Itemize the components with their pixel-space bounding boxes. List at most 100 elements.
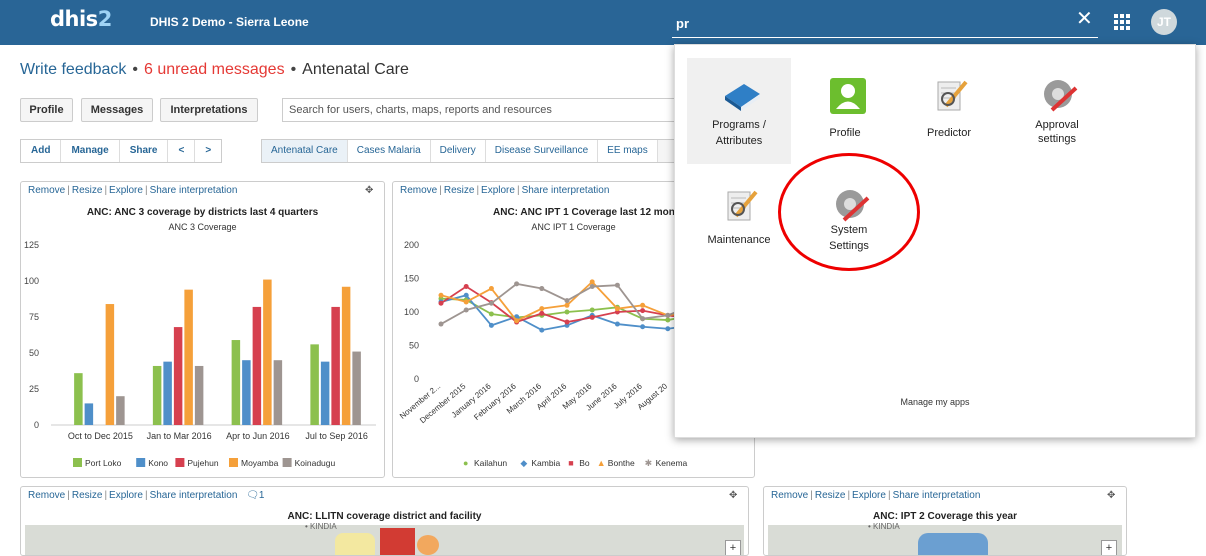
explore-link[interactable]: Explore (852, 490, 886, 501)
dhis2-logo[interactable]: dhis2 (50, 7, 112, 31)
resize-link[interactable]: Resize (72, 490, 103, 501)
resize-link[interactable]: Resize (815, 490, 846, 501)
data-point (514, 281, 520, 287)
app-label: Approval (1035, 119, 1079, 131)
app-item-predictor[interactable]: Predictor (897, 58, 1001, 164)
resize-link[interactable]: Resize (444, 185, 475, 196)
explore-link[interactable]: Explore (109, 490, 143, 501)
bar (84, 403, 94, 425)
unread-messages-link[interactable]: 6 unread messages (144, 61, 285, 78)
map-region (335, 533, 375, 555)
resize-link[interactable]: Resize (72, 185, 103, 196)
data-point (564, 298, 570, 304)
tab-ee-maps[interactable]: EE maps (598, 140, 658, 162)
data-point (539, 327, 545, 333)
app-label: Predictor (926, 127, 972, 139)
remove-link[interactable]: Remove (28, 185, 65, 196)
bar (310, 344, 319, 425)
profile-button[interactable]: Profile (20, 98, 73, 122)
move-handle-icon[interactable]: ✥ (1107, 490, 1115, 501)
add-button[interactable]: Add (21, 140, 62, 162)
user-avatar[interactable]: JT (1151, 9, 1177, 35)
legend-marker-icon: ✱ (645, 458, 653, 468)
data-point (614, 321, 620, 327)
move-handle-icon[interactable]: ✥ (365, 185, 373, 196)
share-interpretation-link[interactable]: Share interpretation (522, 185, 610, 196)
app-label: settings (1038, 133, 1076, 145)
remove-link[interactable]: Remove (28, 490, 65, 501)
map-zoom-in-button[interactable]: + (725, 540, 741, 555)
app-search-input[interactable] (672, 10, 1052, 36)
tab-antenatal-care[interactable]: Antenatal Care (262, 140, 348, 162)
chart-title: ANC: ANC 3 coverage by districts last 4 … (86, 207, 319, 218)
manage-my-apps-link[interactable]: Manage my apps (675, 397, 1195, 407)
y-tick-label: 50 (409, 341, 419, 351)
prev-button[interactable]: < (168, 140, 196, 162)
share-interpretation-link[interactable]: Share interpretation (150, 185, 238, 196)
messages-button[interactable]: Messages (81, 98, 153, 122)
tab-cases-malaria[interactable]: Cases Malaria (347, 140, 431, 162)
explore-link[interactable]: Explore (109, 185, 143, 196)
chart-subtitle: ANC 3 Coverage (168, 222, 237, 232)
apps-grid-icon[interactable] (1114, 14, 1130, 30)
comment-icon[interactable]: 🗨 (246, 490, 259, 501)
chart-panel-anc3: Remove | Resize | Explore | Share interpretati… (20, 181, 385, 478)
legend-swatch (229, 458, 238, 467)
separator: | (104, 185, 108, 196)
legend-swatch (73, 458, 82, 467)
remove-link[interactable]: Remove (771, 490, 808, 501)
data-point (614, 306, 620, 312)
explore-link[interactable]: Explore (481, 185, 515, 196)
pencil-document-icon (727, 190, 758, 221)
bar (263, 279, 272, 425)
feedback-row: Write feedback • 6 unread messages • Antenat… (20, 61, 409, 79)
resource-search-input[interactable]: Search for users, charts, maps, reports … (282, 98, 682, 122)
separator: | (67, 185, 70, 196)
legend-marker-icon: ▲ (597, 458, 606, 468)
data-point (463, 284, 469, 290)
legend-label: Bo (579, 458, 590, 468)
map-canvas[interactable]: • KINDIA + (25, 522, 744, 555)
bar-chart: 0 25 50 75 100 125 Oct to Dec 2015 Jan to Mar 2… (24, 240, 376, 468)
x-tick-label: Oct to Dec 2015 (68, 431, 133, 441)
map-canvas[interactable]: • KINDIA + (768, 522, 1122, 555)
data-point (438, 321, 444, 327)
clear-search-icon[interactable]: ✕ (1076, 9, 1093, 29)
data-point (640, 302, 646, 308)
data-point (640, 316, 646, 322)
app-item-maintenance[interactable]: Maintenance (687, 168, 791, 274)
logo-text: dhis (50, 7, 98, 31)
app-item-approval-settings[interactable]: Approval settings (1005, 58, 1109, 164)
legend-marker-icon: ■ (568, 458, 573, 468)
tab-disease-surveillance[interactable]: Disease Surveillance (485, 140, 599, 162)
separator: | (67, 490, 70, 501)
app-label: Maintenance (707, 234, 771, 246)
write-feedback-link[interactable]: Write feedback (20, 61, 126, 78)
legend-label: Pujehun (187, 458, 218, 468)
remove-link[interactable]: Remove (400, 185, 437, 196)
move-handle-icon[interactable]: ✥ (729, 490, 737, 501)
user-profile-icon (830, 78, 866, 114)
separator-dot: • (132, 61, 139, 78)
y-tick-label: 125 (24, 240, 39, 250)
bar (116, 396, 125, 425)
x-tick-label: Jul to Sep 2016 (305, 431, 368, 441)
manage-button[interactable]: Manage (61, 140, 120, 162)
legend-label: Kono (148, 458, 168, 468)
share-button[interactable]: Share (120, 140, 169, 162)
share-interpretation-link[interactable]: Share interpretation (150, 490, 238, 501)
share-interpretation-link[interactable]: Share interpretation (893, 490, 981, 501)
interpretations-button[interactable]: Interpretations (160, 98, 258, 122)
data-point (614, 282, 620, 288)
data-point (539, 286, 545, 292)
map-title: ANC: LLITN coverage district and facilit… (287, 511, 482, 522)
highlight-circle-annotation (778, 153, 920, 271)
map-zoom-in-button[interactable]: + (1101, 540, 1117, 555)
legend-label: Kailahun (474, 458, 507, 468)
app-item-profile[interactable]: Profile (793, 58, 897, 164)
app-item-programs-attributes[interactable]: Programs / Attributes (687, 58, 791, 164)
next-button[interactable]: > (195, 140, 221, 162)
map-facility-marker (417, 535, 439, 555)
tab-delivery[interactable]: Delivery (430, 140, 486, 162)
data-point (665, 312, 671, 318)
